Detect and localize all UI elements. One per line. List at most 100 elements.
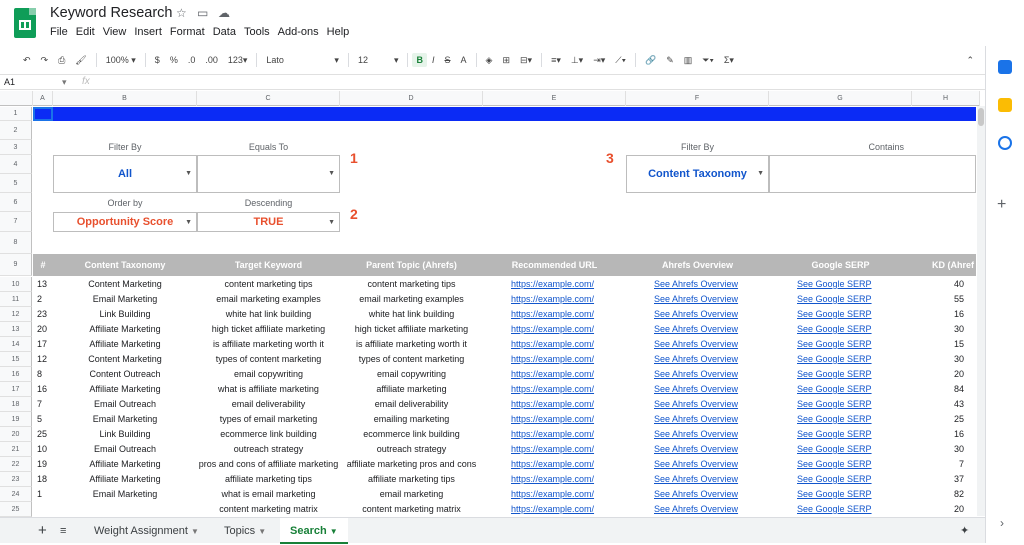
row-header[interactable]: 14 [0, 337, 32, 352]
row-header[interactable]: 22 [0, 457, 32, 472]
table-link-cell[interactable]: See Ahrefs Overview [626, 427, 769, 442]
cloud-status-icon[interactable]: ☁ [218, 6, 230, 20]
row-header[interactable]: 5 [0, 174, 32, 193]
table-link-cell[interactable]: See Google SERP [769, 397, 912, 412]
row-header[interactable]: 25 [0, 502, 32, 517]
horizontal-align-icon[interactable]: ≡▾ [546, 55, 566, 66]
table-link-cell[interactable]: See Google SERP [769, 457, 912, 472]
menu-item-data[interactable]: Data [213, 26, 241, 38]
table-link-cell[interactable]: See Ahrefs Overview [626, 382, 769, 397]
column-header[interactable]: H [912, 91, 980, 106]
percent-format-button[interactable]: % [165, 55, 183, 65]
table-link-cell[interactable]: https://example.com/ [483, 472, 626, 487]
table-link-cell[interactable]: https://example.com/ [483, 397, 626, 412]
row-header[interactable]: 23 [0, 472, 32, 487]
sheet-tab-topics[interactable]: Topics ▼ [214, 518, 276, 544]
menu-item-file[interactable]: File [50, 26, 73, 38]
equals-to-dropdown[interactable]: ▼ [197, 155, 340, 193]
table-link-cell[interactable]: See Google SERP [769, 307, 912, 322]
table-link-cell[interactable]: https://example.com/ [483, 487, 626, 502]
document-title[interactable]: Keyword Research [50, 5, 173, 21]
column-header[interactable]: E [483, 91, 626, 106]
font-select-caret-icon[interactable]: ▾ [329, 55, 344, 66]
row-header[interactable]: 2 [0, 121, 32, 140]
row-header[interactable]: 16 [0, 367, 32, 382]
sheets-logo-icon[interactable] [14, 8, 36, 38]
filter-by-dropdown-2[interactable]: Content Taxonomy ▼ [626, 155, 769, 193]
more-formats-button[interactable]: 123▾ [223, 55, 253, 66]
table-link-cell[interactable]: https://example.com/ [483, 352, 626, 367]
row-header[interactable]: 4 [0, 155, 32, 174]
sheet-tab-search[interactable]: Search ▼ [280, 518, 348, 544]
merge-cells-icon[interactable]: ⊟▾ [515, 55, 537, 66]
formula-input[interactable] [100, 76, 980, 89]
menu-item-format[interactable]: Format [170, 26, 210, 38]
borders-icon[interactable]: ⊞ [497, 55, 515, 66]
column-header[interactable]: D [340, 91, 483, 106]
name-box[interactable]: A1 ▾ [4, 77, 68, 87]
table-link-cell[interactable]: See Ahrefs Overview [626, 367, 769, 382]
table-link-cell[interactable]: https://example.com/ [483, 457, 626, 472]
table-link-cell[interactable]: https://example.com/ [483, 442, 626, 457]
table-link-cell[interactable]: See Google SERP [769, 472, 912, 487]
font-size-caret-icon[interactable]: ▾ [389, 55, 404, 66]
font-size-select[interactable]: 12 [353, 55, 389, 65]
filter-icon[interactable]: ⏷▾ [697, 55, 719, 66]
contains-input[interactable] [769, 155, 976, 193]
menu-item-help[interactable]: Help [327, 26, 355, 38]
row-header[interactable]: 12 [0, 307, 32, 322]
menu-item-insert[interactable]: Insert [134, 26, 167, 38]
insert-link-icon[interactable]: 🔗 [640, 55, 661, 66]
table-link-cell[interactable]: See Ahrefs Overview [626, 442, 769, 457]
row-header[interactable]: 19 [0, 412, 32, 427]
table-link-cell[interactable]: See Google SERP [769, 352, 912, 367]
zoom-select[interactable]: 100% ▾ [101, 55, 141, 66]
table-link-cell[interactable]: See Ahrefs Overview [626, 307, 769, 322]
text-rotation-icon[interactable]: ⟋▾ [610, 55, 631, 66]
add-addon-icon[interactable]: + [997, 196, 1006, 214]
table-link-cell[interactable]: https://example.com/ [483, 502, 626, 517]
star-icon[interactable]: ☆ [176, 6, 187, 20]
row-header[interactable]: 3 [0, 140, 32, 155]
selected-cell[interactable] [33, 107, 53, 121]
column-header[interactable]: B [53, 91, 197, 106]
sheet-tab-weight-assignment[interactable]: Weight Assignment ▼ [84, 518, 209, 544]
table-link-cell[interactable]: See Ahrefs Overview [626, 457, 769, 472]
table-link-cell[interactable]: See Ahrefs Overview [626, 472, 769, 487]
row-header[interactable]: 18 [0, 397, 32, 412]
menu-item-add-ons[interactable]: Add-ons [278, 26, 324, 38]
row-header[interactable]: 11 [0, 292, 32, 307]
scrollbar-thumb[interactable] [978, 108, 984, 126]
table-link-cell[interactable]: https://example.com/ [483, 412, 626, 427]
redo-icon[interactable]: ↷ [36, 55, 54, 66]
row-header[interactable]: 17 [0, 382, 32, 397]
table-link-cell[interactable]: See Google SERP [769, 382, 912, 397]
menu-item-tools[interactable]: Tools [244, 26, 275, 38]
bold-button[interactable]: B [412, 53, 427, 67]
table-link-cell[interactable]: See Google SERP [769, 277, 912, 292]
table-link-cell[interactable]: See Google SERP [769, 322, 912, 337]
text-wrapping-icon[interactable]: ⇥▾ [588, 55, 610, 66]
table-link-cell[interactable]: See Google SERP [769, 412, 912, 427]
chevron-right-icon[interactable]: › [1000, 516, 1004, 530]
table-link-cell[interactable]: See Ahrefs Overview [626, 412, 769, 427]
table-link-cell[interactable]: See Ahrefs Overview [626, 397, 769, 412]
collapse-toolbar-icon[interactable]: ⌃ [961, 55, 979, 66]
table-link-cell[interactable]: See Google SERP [769, 427, 912, 442]
select-all-corner[interactable] [0, 91, 33, 106]
table-link-cell[interactable]: See Ahrefs Overview [626, 292, 769, 307]
table-link-cell[interactable]: See Google SERP [769, 487, 912, 502]
table-link-cell[interactable]: See Google SERP [769, 502, 912, 517]
italic-button[interactable]: I [427, 55, 440, 65]
table-link-cell[interactable]: https://example.com/ [483, 277, 626, 292]
descending-dropdown[interactable]: TRUE ▼ [197, 212, 340, 232]
table-link-cell[interactable]: See Google SERP [769, 292, 912, 307]
calendar-icon[interactable] [998, 60, 1012, 74]
explore-icon[interactable]: ✦ [950, 518, 979, 544]
column-header[interactable]: G [769, 91, 912, 106]
filter-by-dropdown[interactable]: All ▼ [53, 155, 197, 193]
font-select[interactable]: Lato [261, 55, 329, 65]
table-link-cell[interactable]: https://example.com/ [483, 427, 626, 442]
row-header[interactable]: 24 [0, 487, 32, 502]
order-by-dropdown[interactable]: Opportunity Score ▼ [53, 212, 197, 232]
